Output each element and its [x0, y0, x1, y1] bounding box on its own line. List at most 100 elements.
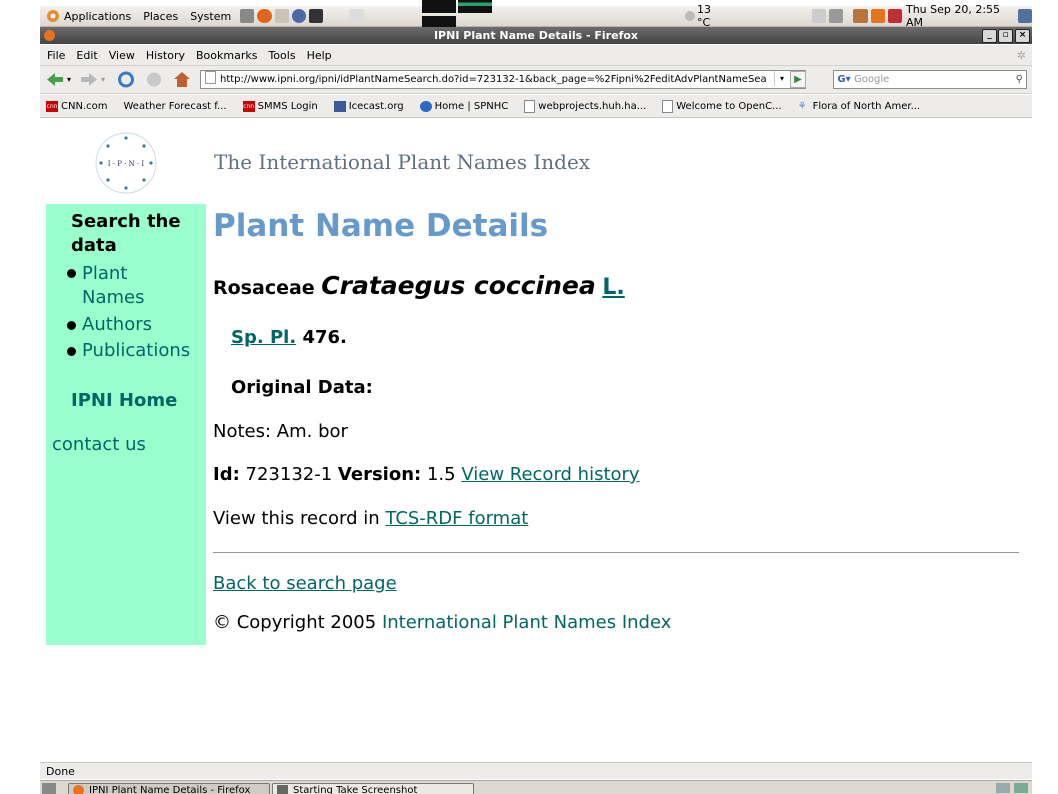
bookmarks-toolbar: cnn CNN.com Weather Forecast f... cnn SMMS… — [40, 95, 1032, 118]
window-titlebar[interactable]: IPNI Plant Name Details - Firefox _ ▫ × — [40, 27, 1032, 44]
cloud-icon — [684, 11, 695, 21]
back-dropdown-icon[interactable]: ▾ — [67, 71, 71, 88]
reload-icon[interactable] — [117, 71, 135, 88]
applications-menu[interactable]: Applications — [46, 9, 131, 23]
bookmark-webprojects[interactable]: webprojects.huh.ha... — [524, 99, 647, 113]
throbber-icon: ✲ — [1016, 48, 1026, 62]
firefox-launcher-icon[interactable] — [257, 9, 272, 23]
applications-menu-label: Applications — [64, 9, 132, 23]
battery-icon[interactable] — [811, 9, 827, 23]
firefox-window-icon[interactable] — [44, 30, 55, 41]
contact-us-link[interactable]: contact us — [52, 434, 146, 455]
close-button[interactable]: × — [1015, 29, 1030, 43]
ipni-link[interactable]: International Plant Names Index — [382, 612, 671, 633]
spnhc-icon — [419, 100, 432, 112]
clock-applet-icon[interactable] — [349, 9, 364, 23]
gnome-foot-icon — [47, 10, 59, 22]
record-history-link[interactable]: View Record history — [461, 464, 639, 485]
terminal-launcher-icon[interactable] — [309, 9, 324, 23]
weather-applet[interactable]: 13 °C — [682, 3, 724, 29]
author-link[interactable]: L. — [602, 275, 624, 300]
show-desktop-icon[interactable] — [42, 783, 56, 794]
id-value: 723132-1 — [245, 464, 333, 485]
bookmark-openc[interactable]: Welcome to OpenC... — [662, 99, 782, 113]
status-text: Done — [46, 765, 75, 778]
page-icon — [662, 99, 674, 113]
id-version-line: Id: 723132-1 Version: 1.5 View Record hi… — [213, 464, 640, 485]
page-icon — [524, 99, 536, 113]
menu-edit[interactable]: Edit — [76, 49, 97, 62]
plant-name-line: Rosaceae Crataegus coccinea L. — [213, 271, 625, 300]
copyright-text: © Copyright 2005 — [213, 612, 377, 633]
url-history-dropdown[interactable]: ▾ — [774, 71, 789, 86]
help-launcher-icon[interactable] — [291, 9, 307, 23]
ipni-home-link[interactable]: IPNI Home — [71, 390, 177, 411]
bookmark-smms[interactable]: cnn SMMS Login — [242, 100, 318, 112]
view-in-text: View this record in — [213, 508, 380, 529]
logout-icon[interactable] — [887, 9, 902, 23]
bookmark-spnhc[interactable]: Home | SPNHC — [419, 100, 508, 112]
maximize-button[interactable]: ▫ — [998, 29, 1013, 43]
ipni-logo[interactable]: I · P · N · I — [93, 130, 159, 196]
workspace-switcher[interactable] — [996, 783, 1010, 793]
bookmark-label: Welcome to OpenC... — [676, 100, 782, 112]
forward-arrow-icon[interactable] — [80, 71, 98, 88]
taxon-name: Crataegus coccinea — [321, 271, 596, 300]
update-icon[interactable] — [870, 9, 885, 23]
bookmark-flora[interactable]: ⚘ Flora of North Amer... — [798, 101, 921, 112]
cnn-icon: cnn — [242, 100, 255, 112]
tcs-rdf-link[interactable]: TCS-RDF format — [385, 508, 528, 529]
menu-bookmarks[interactable]: Bookmarks — [196, 49, 257, 62]
stop-icon[interactable] — [145, 71, 163, 88]
flora-icon: ⚘ — [797, 100, 807, 112]
bug-icon[interactable] — [853, 9, 868, 23]
bookmark-weather[interactable]: Weather Forecast f... — [123, 101, 226, 112]
menu-view[interactable]: View — [109, 49, 135, 62]
search-box[interactable]: G▾ Google ⚲ — [833, 70, 1027, 89]
places-menu[interactable]: Places — [143, 10, 178, 23]
navigation-toolbar: ▾ ▾ http://www.ipni.org/ipni/idPlantName… — [40, 66, 1032, 94]
publication-link[interactable]: Sp. Pl. — [231, 327, 296, 348]
menu-help[interactable]: Help — [307, 49, 332, 62]
go-button[interactable]: ▶ — [790, 71, 806, 88]
google-engine-icon[interactable]: G▾ — [834, 71, 854, 88]
url-bar[interactable]: http://www.ipni.org/ipni/idPlantNameSear… — [200, 70, 806, 89]
menu-tools[interactable]: Tools — [268, 49, 295, 62]
sidebar: Search the data Plant Names Authors Publ… — [46, 204, 206, 645]
publication-collation: 476. — [302, 327, 347, 348]
task-firefox[interactable]: IPNI Plant Name Details - Firefox — [68, 783, 270, 794]
bookmark-label: Flora of North Amer... — [812, 100, 921, 112]
id-label: Id: — [213, 464, 240, 485]
version-value: 1.5 — [426, 464, 456, 485]
volume-icon[interactable] — [829, 9, 844, 23]
bullet — [67, 347, 76, 356]
home-icon[interactable] — [173, 71, 191, 88]
task-screenshot[interactable]: Starting Take Screenshot — [272, 783, 474, 794]
cnn-icon: cnn — [46, 100, 58, 112]
family-name: Rosaceae — [213, 277, 315, 299]
bullet — [67, 269, 76, 278]
bookmark-icecast[interactable]: Icecast.org — [333, 100, 404, 112]
search-icon[interactable]: ⚲ — [1016, 71, 1023, 88]
back-line: Back to search page — [213, 573, 397, 594]
sidebar-item-label: Publications — [82, 340, 191, 361]
bookmark-cnn[interactable]: cnn CNN.com — [46, 100, 107, 112]
gnome-top-panel: Applications Places System 13 °C Thu Sep… — [40, 0, 1033, 32]
minimize-button[interactable]: _ — [982, 29, 997, 43]
network-icon[interactable] — [240, 9, 255, 23]
clock[interactable]: Thu Sep 20, 2:55 AM — [906, 3, 1008, 29]
sidebar-item-label: Authors — [82, 314, 152, 335]
system-menu[interactable]: System — [190, 10, 231, 23]
mail-launcher-icon[interactable] — [274, 9, 289, 23]
sidebar-item-plant-names[interactable]: Plant Names — [67, 262, 162, 310]
show-desktop-icon[interactable] — [1017, 9, 1033, 23]
menu-file[interactable]: File — [47, 49, 65, 62]
sidebar-item-publications[interactable]: Publications — [67, 340, 190, 361]
sidebar-item-authors[interactable]: Authors — [67, 314, 152, 335]
back-arrow-icon[interactable] — [46, 71, 64, 88]
back-to-search-link[interactable]: Back to search page — [213, 573, 397, 594]
menu-history[interactable]: History — [146, 49, 185, 62]
bookmark-label: webprojects.huh.ha... — [538, 100, 647, 112]
forward-dropdown-icon[interactable]: ▾ — [101, 71, 105, 88]
trash-icon[interactable] — [1014, 783, 1028, 793]
